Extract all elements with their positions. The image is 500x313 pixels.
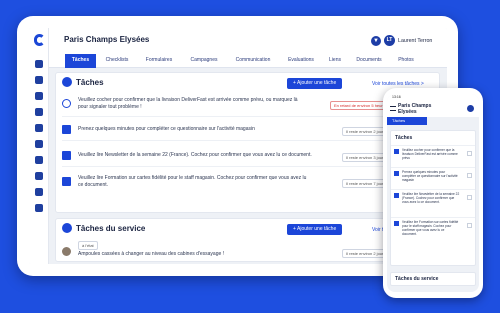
store-title[interactable]: Paris Champs Elysées [64, 35, 149, 44]
mobile-tab-taches[interactable]: Tâches [387, 117, 427, 125]
mobile-store-title[interactable]: Paris Champs Elysées [398, 103, 438, 115]
filter-icon[interactable]: ▼ [371, 36, 381, 46]
user-name[interactable]: Laurent Terron [398, 38, 432, 44]
analytics-icon[interactable] [35, 188, 43, 196]
mobile-tasks-title: Tâches [395, 135, 413, 141]
mobile-service-card: Tâches du service [390, 272, 476, 286]
avatar[interactable]: LT [384, 35, 395, 46]
avatar [62, 247, 71, 256]
task-text: Veuillez lire Formation sur cartes fidél… [402, 220, 459, 236]
mobile-task-row[interactable]: Veuillez cocher pour confirmer que la li… [391, 145, 475, 167]
service-title: Tâches du service [62, 223, 145, 233]
tab-liens[interactable]: Liens [325, 54, 345, 68]
service-tag: à l'état [78, 241, 98, 250]
checkbox[interactable] [467, 195, 472, 200]
status-bar: 13:16 [387, 94, 479, 101]
task-text: Prenez quelques minutes pour compléter c… [402, 170, 458, 182]
checkbox[interactable] [467, 223, 472, 228]
document-icon [62, 177, 71, 186]
tasks-icon[interactable] [35, 140, 43, 148]
target-icon[interactable] [35, 156, 43, 164]
service-task-text: Ampoules cassées à changer au niveau des… [78, 251, 225, 257]
avatar[interactable] [467, 105, 474, 112]
sidebar-rail [29, 28, 49, 264]
tab-communication[interactable]: Communication [228, 54, 278, 68]
tab-documents[interactable]: Documents [350, 54, 388, 68]
mobile-task-row[interactable]: Veuillez lire Newsletter de la semaine 2… [391, 189, 475, 217]
add-service-task-button[interactable]: + Ajouter une tâche [287, 224, 343, 235]
mobile-tasks-card: Tâches Veuillez cocher pour confirmer qu… [390, 130, 476, 266]
task-row[interactable]: Veuillez lire Newsletter de la semaine 2… [62, 145, 433, 167]
tab-campagnes[interactable]: Campagnes [184, 54, 224, 68]
task-icon [394, 149, 399, 154]
mobile-header: Paris Champs Elysées [387, 101, 479, 117]
task-row[interactable]: Prenez quelques minutes pour compléter c… [62, 119, 433, 141]
list-icon[interactable] [35, 124, 43, 132]
task-icon [394, 221, 399, 226]
task-text: Veuillez lire Formation sur cartes fidél… [78, 175, 307, 188]
store-grid-icon[interactable] [35, 172, 43, 180]
form-icon [62, 125, 71, 134]
mobile-service-title: Tâches du service [395, 276, 439, 282]
task-row[interactable]: Veuillez lire Formation sur cartes fidél… [62, 171, 433, 193]
calendar-icon[interactable] [35, 108, 43, 116]
activity-icon[interactable] [35, 92, 43, 100]
delivery-icon [62, 99, 71, 108]
checkbox[interactable] [467, 173, 472, 178]
task-row[interactable]: Veuillez cocher pour confirmer que la li… [62, 93, 433, 117]
add-task-button[interactable]: + Ajouter une tâche [287, 78, 343, 89]
mobile-task-row[interactable]: Veuillez lire Formation sur cartes fidél… [391, 217, 475, 245]
tab-bar: Tâches Checklists Formulaires Campagnes … [49, 54, 447, 68]
task-text: Veuillez lire Newsletter de la semaine 2… [402, 192, 460, 204]
task-text: Veuillez cocher pour confirmer que la li… [402, 148, 458, 160]
top-header: Paris Champs Elysées ▼ LT Laurent Terron [49, 28, 447, 54]
document-icon [62, 151, 71, 160]
app-logo-icon[interactable] [34, 34, 45, 46]
tab-evaluations[interactable]: Evaluations [281, 54, 321, 68]
task-icon [394, 193, 399, 198]
mobile-screen: 13:16 Paris Champs Elysées Tâches Tâches… [387, 94, 479, 292]
service-task-row[interactable]: à l'état Ampoules cassées à changer au n… [62, 239, 433, 261]
status-badge: En retard de environ 5 heures [330, 101, 391, 110]
service-badge-icon [62, 223, 72, 233]
task-text: Veuillez cocher pour confirmer que la li… [78, 97, 298, 110]
view-all-tasks-link[interactable]: Voir toutes les tâches > [372, 81, 424, 87]
mobile-task-row[interactable]: Prenez quelques minutes pour compléter c… [391, 167, 475, 189]
store-icon[interactable] [35, 76, 43, 84]
service-title-text: Tâches du service [76, 224, 146, 233]
task-text: Prenez quelques minutes pour compléter c… [78, 126, 255, 132]
task-text: Veuillez lire Newsletter de la semaine 2… [78, 152, 312, 158]
tab-checklists[interactable]: Checklists [99, 54, 135, 68]
tasks-title: Tâches [62, 77, 104, 87]
tasks-title-text: Tâches [76, 78, 104, 87]
home-icon[interactable] [35, 60, 43, 68]
phone-frame: 13:16 Paris Champs Elysées Tâches Tâches… [383, 88, 483, 298]
users-icon[interactable] [35, 204, 43, 212]
checkbox[interactable] [467, 151, 472, 156]
tab-taches[interactable]: Tâches [65, 54, 96, 68]
tab-formulaires[interactable]: Formulaires [139, 54, 179, 68]
tab-photos[interactable]: Photos [393, 54, 419, 68]
task-icon [394, 171, 399, 176]
tasks-badge-icon [62, 77, 72, 87]
menu-icon[interactable] [390, 106, 396, 111]
